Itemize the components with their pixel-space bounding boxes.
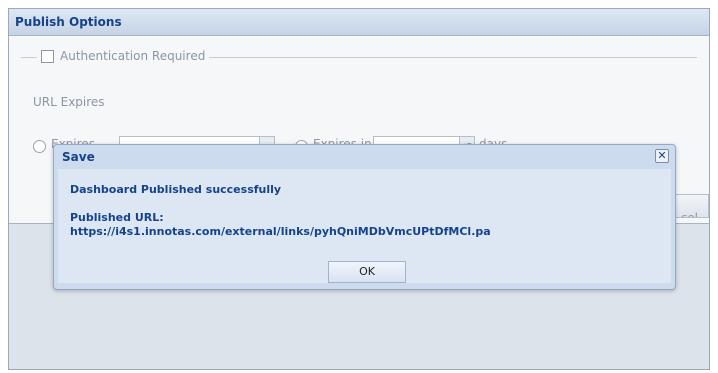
dialog-body: Dashboard Published successfully Publish… [58,169,671,283]
auth-required-checkbox[interactable] [41,49,54,63]
close-icon[interactable]: ✕ [655,149,669,163]
save-dialog: Save ✕ Dashboard Published successfully … [53,144,676,290]
auth-required-row[interactable]: Authentication Required [37,49,210,63]
dialog-title: Save [62,150,95,164]
url-expires-label: URL Expires [33,95,105,109]
published-url-value[interactable]: https://i4s1.innotas.com/external/links/… [70,225,491,238]
published-url-label: Published URL: [70,211,164,224]
expires-on-date-radio[interactable] [33,140,46,153]
dialog-header: Save ✕ [54,145,675,169]
ok-button[interactable]: OK [328,261,406,283]
panel-title: Publish Options [9,9,709,36]
success-message: Dashboard Published successfully [70,183,282,196]
auth-required-label: Authentication Required [60,49,206,63]
cancel-button-label: cel [680,211,698,218]
